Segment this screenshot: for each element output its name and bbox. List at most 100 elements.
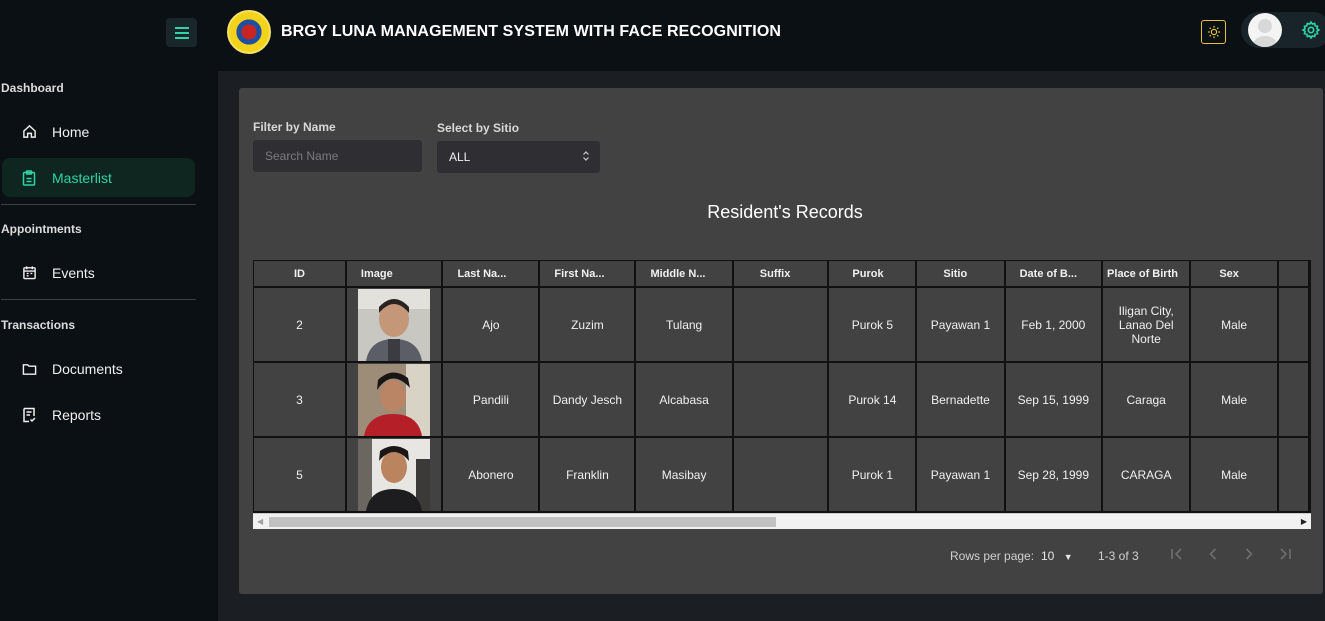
cell-suffix <box>733 288 828 361</box>
rows-per-page-value: 10 <box>1041 549 1055 563</box>
cell-purok: Purok 1 <box>829 438 916 511</box>
cell-middle-name: Alcabasa <box>636 363 732 436</box>
column-header-last-name[interactable]: Last Na... <box>443 261 539 286</box>
first-page-button[interactable] <box>1169 546 1185 567</box>
rows-per-page-select[interactable]: 10 ▼ <box>1041 549 1073 563</box>
scrollbar-thumb[interactable] <box>269 517 776 527</box>
sidebar-item-label: Events <box>52 264 95 281</box>
table-row[interactable]: 2 Ajo Zuzim Tulang Purok 5 Payawan 1 Feb… <box>254 288 1308 361</box>
search-name-input[interactable] <box>253 140 422 172</box>
cell-middle-name: Tulang <box>636 288 732 361</box>
sidebar-divider <box>1 204 196 205</box>
cell-first-name: Franklin <box>540 438 635 511</box>
sidebar-divider <box>1 299 196 300</box>
resident-photo <box>358 438 431 511</box>
settings-button[interactable] <box>1301 20 1321 45</box>
resident-photo <box>358 363 431 436</box>
clipboard-icon <box>21 169 37 186</box>
cell-last-name: Abonero <box>443 438 539 511</box>
records-table: ID Image Last Na... First Na... Middle N… <box>253 260 1311 513</box>
sidebar-item-home[interactable]: Home <box>2 112 195 151</box>
menu-toggle-button[interactable] <box>166 18 197 47</box>
last-page-button[interactable] <box>1277 546 1293 567</box>
cell-date-of-birth: Sep 28, 1999 <box>1005 438 1102 511</box>
cell-suffix <box>733 363 828 436</box>
sidebar-item-documents[interactable]: Documents <box>2 349 195 388</box>
column-header-image[interactable]: Image <box>346 261 442 286</box>
cell-middle-name: Masibay <box>636 438 732 511</box>
top-bar: BRGY LUNA MANAGEMENT SYSTEM WITH FACE RE… <box>218 0 1325 71</box>
chevron-right-icon <box>1245 548 1253 560</box>
section-label-transactions: Transactions <box>1 318 76 332</box>
section-label-dashboard: Dashboard <box>1 81 64 95</box>
column-header-extra <box>1278 261 1308 286</box>
column-header-sitio[interactable]: Sitio <box>917 261 1004 286</box>
column-header-id[interactable]: ID <box>254 261 345 286</box>
barangay-logo <box>227 10 271 54</box>
column-header-first-name[interactable]: First Na... <box>540 261 635 286</box>
sidebar-item-events[interactable]: Events <box>2 253 195 292</box>
last-page-icon <box>1280 548 1291 560</box>
chevron-left-icon <box>1209 548 1217 560</box>
next-page-button[interactable] <box>1241 546 1257 567</box>
cell-id: 5 <box>254 438 345 511</box>
rows-per-page-label: Rows per page: <box>950 549 1035 563</box>
sidebar-item-label: Reports <box>52 406 102 423</box>
previous-page-button[interactable] <box>1205 546 1221 567</box>
column-header-place-of-birth[interactable]: Place of Birth <box>1103 261 1190 286</box>
gear-icon <box>1301 20 1321 40</box>
folder-icon <box>21 361 37 377</box>
cell-suffix <box>733 438 828 511</box>
scroll-left-arrow-icon[interactable]: ◀ <box>257 517 263 526</box>
cell-place-of-birth: Iligan City, Lanao Del Norte <box>1103 288 1190 361</box>
cell-purok: Purok 5 <box>829 288 916 361</box>
sidebar-item-label: Documents <box>52 360 123 377</box>
sidebar-item-reports[interactable]: Reports <box>2 395 195 434</box>
cell-extra <box>1278 363 1308 436</box>
cell-id: 2 <box>254 288 345 361</box>
first-page-icon <box>1171 548 1182 560</box>
column-header-date-of-birth[interactable]: Date of B... <box>1005 261 1102 286</box>
cell-id: 3 <box>254 363 345 436</box>
cell-sitio: Payawan 1 <box>917 438 1004 511</box>
section-label-appointments: Appointments <box>1 222 82 236</box>
table-row[interactable]: 3 Pandili Dandy Jesch Alcabasa Purok 14 … <box>254 363 1308 436</box>
table-title: Resident's Records <box>707 202 863 222</box>
cell-sitio: Payawan 1 <box>917 288 1004 361</box>
column-header-sex[interactable]: Sex <box>1191 261 1277 286</box>
cell-image <box>346 438 442 511</box>
cell-place-of-birth: Caraga <box>1103 363 1190 436</box>
cell-extra <box>1278 288 1308 361</box>
caret-down-icon: ▼ <box>1063 552 1073 562</box>
cell-sitio: Bernadette <box>917 363 1004 436</box>
sitio-select-label: Select by Sitio <box>437 121 520 135</box>
sidebar: Dashboard Home Masterlist Appointments E… <box>0 0 218 621</box>
app-title: BRGY LUNA MANAGEMENT SYSTEM WITH FACE RE… <box>281 23 782 40</box>
sidebar-item-masterlist[interactable]: Masterlist <box>2 158 195 197</box>
resident-photo <box>358 288 431 361</box>
horizontal-scrollbar[interactable]: ◀ ▶ <box>253 513 1311 529</box>
cell-sex: Male <box>1191 288 1277 361</box>
theme-toggle-button[interactable] <box>1201 20 1226 44</box>
table-row[interactable]: 5 Abonero Franklin Masibay Purok 1 Payaw… <box>254 438 1308 511</box>
column-header-purok[interactable]: Purok <box>829 261 916 286</box>
report-icon <box>21 407 37 423</box>
column-header-suffix[interactable]: Suffix <box>733 261 828 286</box>
scroll-right-arrow-icon[interactable]: ▶ <box>1301 517 1307 526</box>
cell-last-name: Ajo <box>443 288 539 361</box>
cell-first-name: Zuzim <box>540 288 635 361</box>
avatar[interactable] <box>1248 13 1282 47</box>
filter-name-label: Filter by Name <box>253 120 336 134</box>
sitio-select[interactable]: ALL <box>437 141 600 173</box>
cell-sex: Male <box>1191 438 1277 511</box>
sitio-select-value: ALL <box>449 150 471 164</box>
cell-image <box>346 288 442 361</box>
pagination-range: 1-3 of 3 <box>1098 549 1139 563</box>
column-header-middle-name[interactable]: Middle N... <box>636 261 732 286</box>
calendar-icon <box>21 265 37 281</box>
table-header-row: ID Image Last Na... First Na... Middle N… <box>254 261 1308 286</box>
sidebar-item-label: Masterlist <box>52 169 112 186</box>
cell-place-of-birth: CARAGA <box>1103 438 1190 511</box>
cell-image <box>346 363 442 436</box>
cell-last-name: Pandili <box>443 363 539 436</box>
